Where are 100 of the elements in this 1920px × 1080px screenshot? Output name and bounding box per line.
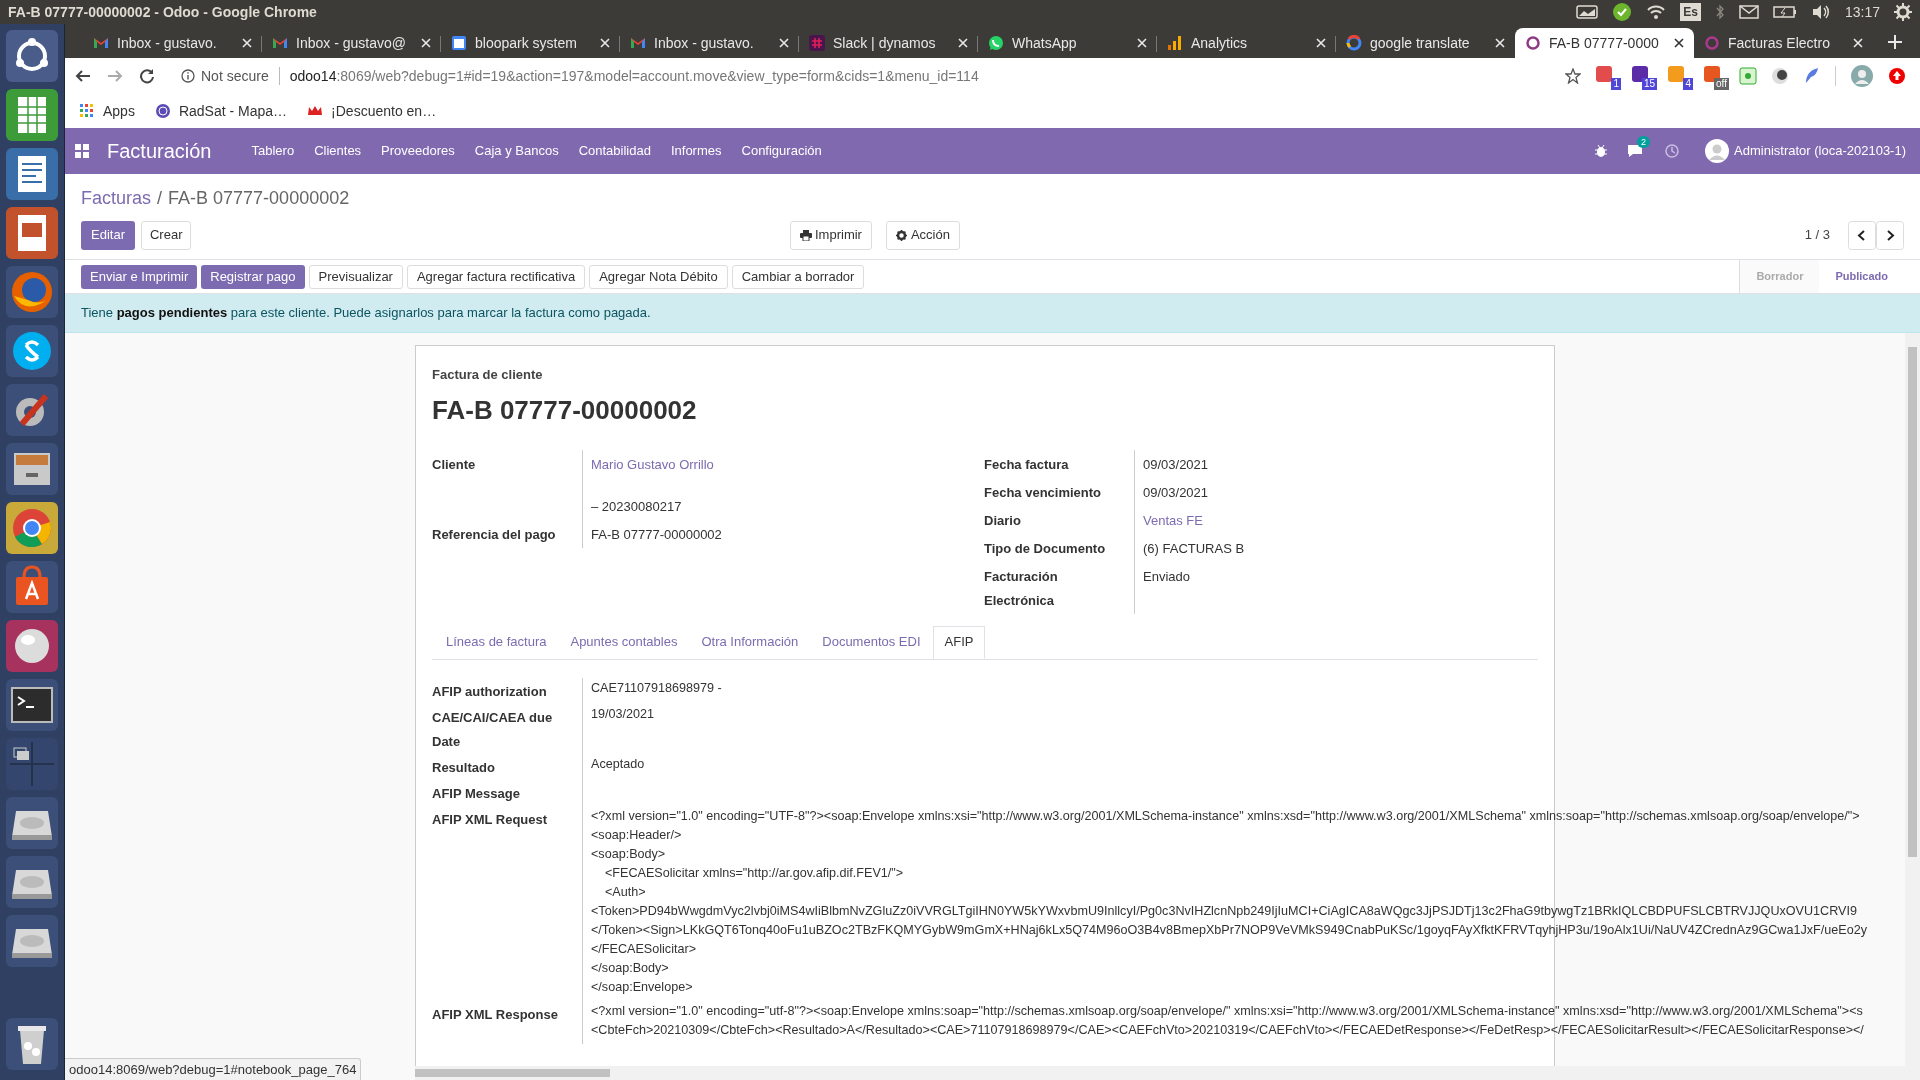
menu-item[interactable]: Informes	[670, 141, 722, 161]
create-button[interactable]: Crear	[140, 220, 192, 250]
horizontal-scrollbar[interactable]	[415, 1066, 1905, 1080]
header-action-button[interactable]: Agregar factura rectificativa	[406, 264, 586, 289]
field-value: <Auth>	[604, 883, 647, 901]
new-tab-icon[interactable]	[1887, 34, 1903, 50]
update-icon[interactable]	[1888, 67, 1906, 85]
field-link[interactable]: Mario Gustavo Orrillo	[591, 456, 714, 472]
reload-icon[interactable]	[139, 68, 155, 84]
bookmark-link[interactable]: Apps	[79, 100, 135, 122]
header-action-button[interactable]: Enviar e Imprimir	[81, 264, 198, 289]
browser-tab[interactable]: FA-B 07777-0000	[1515, 28, 1694, 58]
workspaces-icon[interactable]	[6, 738, 58, 790]
spreadsheet-icon[interactable]	[6, 89, 58, 141]
app-title[interactable]: Facturación	[107, 136, 212, 166]
chat-icon[interactable]	[1627, 144, 1644, 158]
settings-icon[interactable]	[1894, 3, 1912, 21]
clock[interactable]: 13:17	[1844, 1, 1880, 23]
volume-icon[interactable]	[1810, 4, 1831, 20]
presentation-icon[interactable]	[6, 207, 58, 259]
battery-icon[interactable]	[1772, 5, 1797, 19]
alert-message: Tiene pagos pendientes para este cliente. Puede asignarlos para marcar la factura como pagada.	[81, 304, 651, 323]
field-value: <soap:Header/>	[591, 826, 683, 844]
field-value: 09/03/2021	[1143, 456, 1209, 472]
browser-tab[interactable]: bloopark system	[441, 28, 620, 58]
bluetooth-icon[interactable]	[1714, 4, 1725, 20]
breadcrumb-link[interactable]: Facturas	[81, 184, 152, 212]
browser-tab[interactable]: Inbox - gustavo.	[83, 28, 262, 58]
bug-icon[interactable]	[1595, 144, 1608, 158]
check-icon[interactable]	[1612, 2, 1633, 22]
browser-tab[interactable]: WhatsApp	[978, 28, 1157, 58]
menu-item[interactable]: Configuración	[741, 141, 822, 161]
field-value: CAE71107918698979 -	[591, 679, 723, 697]
field-value: <CbteFch>20210309</CbteFch><Resultado>A</Resultado><CAE>71107918698979</CAE><CAEFchVto>20210319</CAEFchVto></FECAEDetResponse></FeDetResp></FECAESolicitarResult></FECAESolicitarResponse></	[591, 1021, 1865, 1039]
url-text: odoo14:8069/web?debug=1#id=19&action=197&model=account.move&view_type=form&cids=1&menu_id=114	[289, 66, 979, 86]
header-action-button[interactable]: Cambiar a borrador	[731, 264, 865, 289]
field-value: FA-B 07777-00000002	[591, 526, 722, 542]
apps-menu-icon[interactable]	[75, 144, 89, 158]
notebook-tab[interactable]: AFIP	[932, 625, 986, 659]
field-link[interactable]: Ventas FE	[1143, 512, 1203, 528]
document-icon[interactable]	[6, 148, 58, 200]
address-field[interactable]: Not secure odoo14:8069/web?debug=1#id=19&action=197&model=account.move&view_type=form&cids=1&menu_id=114	[181, 65, 1549, 87]
keyboard-layout-indicator[interactable]: Es	[1680, 3, 1701, 21]
close-icon[interactable]	[1674, 38, 1684, 48]
menu-item[interactable]: Proveedores	[381, 141, 455, 161]
edit-button[interactable]: Editar	[81, 220, 135, 250]
field-value: </soap:Body>	[591, 959, 670, 977]
info-icon[interactable]	[181, 69, 195, 83]
help-extension-icon[interactable]	[1739, 67, 1757, 85]
browser-tab[interactable]: google translate	[1336, 28, 1515, 58]
next-icon[interactable]	[1876, 220, 1904, 250]
field-label: Fecha vencimiento	[984, 484, 1102, 500]
breadcrumb-current: FA-B 07777-00000002	[168, 186, 350, 210]
clock-icon[interactable]	[1665, 144, 1680, 158]
file-cabinet-icon[interactable]	[6, 443, 58, 495]
moon-icon[interactable]	[1771, 67, 1789, 85]
header-action-button[interactable]: Previsualizar	[308, 264, 403, 289]
bookmark-link[interactable]: ¡Descuento en…	[307, 100, 437, 122]
menu-item[interactable]: Contabilidad	[578, 141, 651, 161]
security-label: Not secure	[201, 66, 269, 86]
cloud-icon[interactable]	[1576, 5, 1599, 19]
browser-tab[interactable]: Inbox - gustavo.	[620, 28, 799, 58]
vertical-scrollbar[interactable]	[1905, 333, 1920, 1080]
wifi-icon[interactable]	[1646, 4, 1667, 20]
circle-logo-icon[interactable]	[6, 30, 58, 82]
menu-item[interactable]: Tablero	[251, 141, 295, 161]
back-icon[interactable]	[75, 68, 91, 84]
user-menu[interactable]: Administrator (loca-202103-1)	[1705, 139, 1906, 163]
field-value: (6) FACTURAS B	[1143, 540, 1245, 556]
header-action-button[interactable]: Agregar Nota Débito	[589, 264, 728, 289]
trash-icon[interactable]	[6, 1018, 58, 1070]
globe-icon[interactable]	[6, 266, 58, 318]
feather-icon[interactable]	[1803, 67, 1821, 85]
browser-tab[interactable]: Analytics	[1157, 28, 1336, 58]
action-button[interactable]: Acción	[885, 220, 960, 250]
chat-bubble-icon[interactable]	[6, 325, 58, 377]
previous-icon[interactable]	[1848, 220, 1876, 250]
shopping-bag-icon[interactable]	[6, 561, 58, 613]
printer-icon	[800, 229, 812, 241]
notebook-tab[interactable]: Documentos EDI	[810, 625, 933, 659]
menu-item[interactable]: Caja y Bancos	[474, 141, 559, 161]
print-button[interactable]: Imprimir	[790, 220, 872, 250]
browser-tab[interactable]: Slack | dynamos	[799, 28, 978, 58]
chrome-icon[interactable]	[6, 502, 58, 554]
extension-badge: 15	[1641, 78, 1657, 90]
star-icon[interactable]	[1565, 68, 1581, 84]
menu-item[interactable]: Clientes	[314, 141, 362, 161]
browser-tab[interactable]: Facturas Electro	[1694, 28, 1873, 58]
drive-icon[interactable]	[6, 856, 58, 908]
drive-icon[interactable]	[6, 797, 58, 849]
browser-tab[interactable]: Inbox - gustavo@	[262, 28, 441, 58]
bookmark-link[interactable]: RadSat - Mapa…	[154, 100, 288, 122]
mail-icon[interactable]	[1738, 5, 1759, 19]
header-action-button[interactable]: Registrar pago	[201, 264, 305, 289]
notebook-tab[interactable]: Apuntes contables	[558, 625, 690, 659]
drive-icon[interactable]	[6, 915, 58, 967]
field-value: <?xml version="1.0" encoding="utf-8"?><soap:Envelope xmlns:soap="http://schemas.xmlsoap.org/soap/envelope/" xmlns:xsi="http://www.w3.org/2001/XMLSchema-instance" xmlns:xsd="http://www.w3.org/2001/XMLSchema"><s	[591, 1002, 1864, 1020]
terminal-icon[interactable]	[6, 679, 58, 731]
notebook-tab[interactable]: Otra Información	[689, 625, 811, 659]
notebook-tab[interactable]: Líneas de factura	[434, 625, 559, 659]
